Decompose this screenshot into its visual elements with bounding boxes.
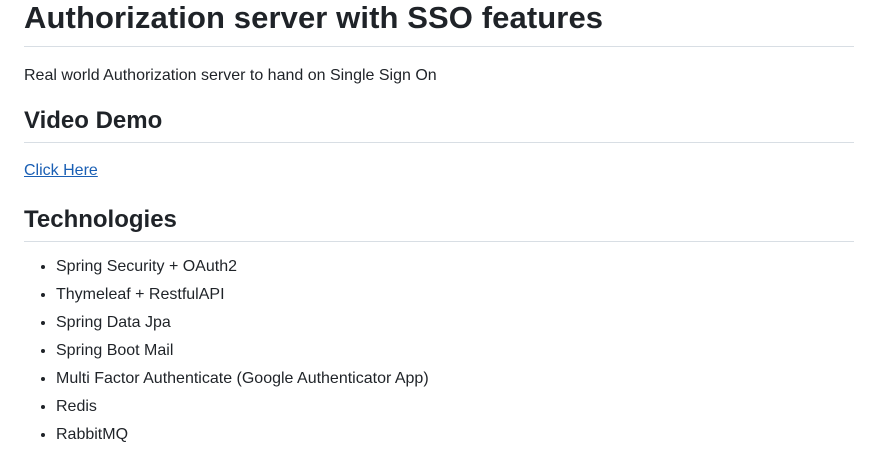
readme-page: Authorization server with SSO features R… <box>0 0 877 473</box>
technologies-list: Spring Security + OAuth2 Thymeleaf + Res… <box>24 257 854 445</box>
list-item: RabbitMQ <box>56 425 854 445</box>
video-demo-link[interactable]: Click Here <box>24 162 98 179</box>
page-title: Authorization server with SSO features <box>24 0 854 47</box>
list-item: Thymeleaf + RestfulAPI <box>56 285 854 305</box>
list-item: Spring Security + OAuth2 <box>56 257 854 277</box>
video-demo-link-paragraph: Click Here <box>24 161 854 181</box>
list-item: Spring Data Jpa <box>56 313 854 333</box>
list-item: Redis <box>56 397 854 417</box>
technologies-heading: Technologies <box>24 205 854 242</box>
video-demo-heading: Video Demo <box>24 106 854 143</box>
list-item: Spring Boot Mail <box>56 341 854 361</box>
list-item: Multi Factor Authenticate (Google Authen… <box>56 369 854 389</box>
page-description: Real world Authorization server to hand … <box>24 67 437 84</box>
